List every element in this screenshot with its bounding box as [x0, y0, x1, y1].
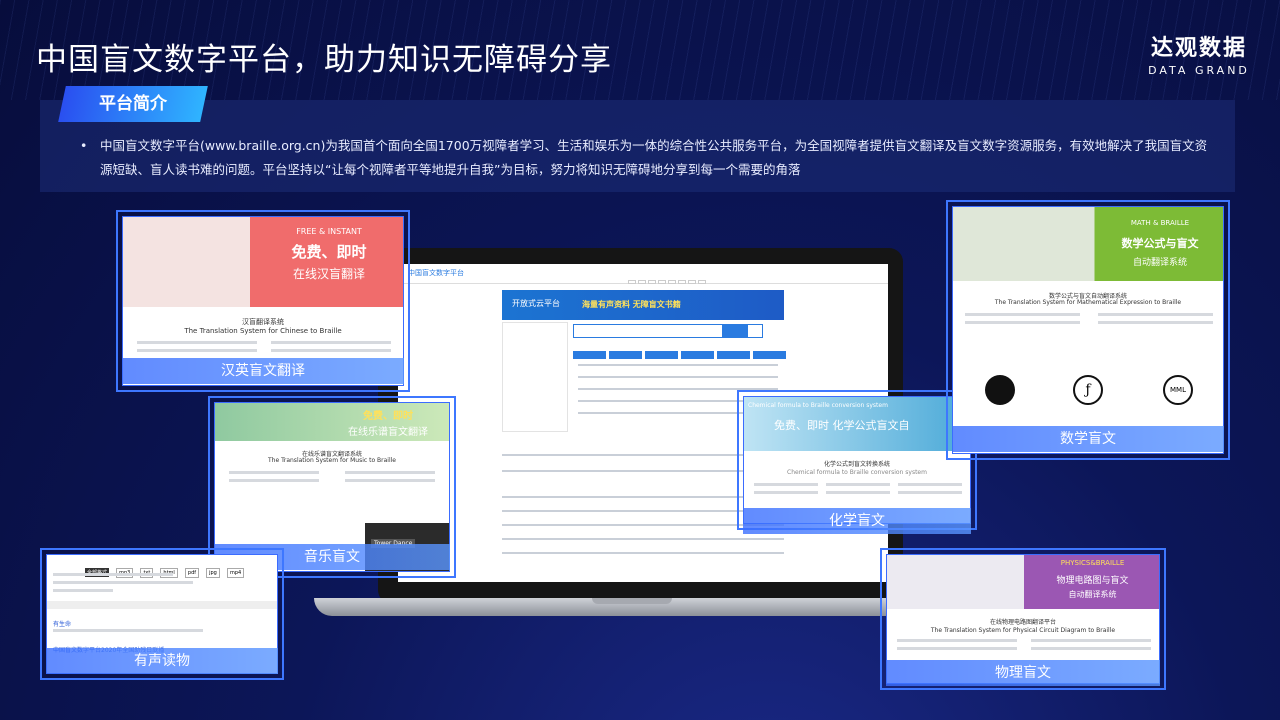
- page-title: 中国盲文数字平台，助力知识无障碍分享: [36, 42, 612, 78]
- intro-tag-label: 平台简介: [99, 94, 167, 114]
- chem-hero-image: Chemical formula to Braille conversion s…: [744, 397, 970, 451]
- math-subtitle-en: The Translation System for Mathematical …: [994, 299, 1182, 306]
- intro-tag: 平台简介: [58, 86, 208, 122]
- physics-caption: 物理盲文: [886, 660, 1160, 686]
- site-logo[interactable]: 中国盲文数字平台: [408, 268, 464, 278]
- site-banner[interactable]: 开放式云平台 海量有声资料 无障盲文书籍: [502, 290, 784, 320]
- audio-caption: 有声读物: [46, 648, 278, 674]
- laptop-notch: [592, 598, 672, 604]
- math-caption: 数学盲文: [952, 426, 1224, 452]
- card-chem[interactable]: Chemical formula to Braille conversion s…: [743, 396, 971, 524]
- site-header: 中国盲文数字平台: [398, 264, 888, 284]
- chinese-hero-cn1: 免费、即时: [291, 243, 367, 261]
- physics-hero-cn1: 物理电路图与盲文: [1056, 576, 1129, 586]
- chinese-caption: 汉英盲文翻译: [122, 358, 404, 384]
- math-convert-icon: [985, 375, 1015, 405]
- intro-text-block: • 中国盲文数字平台(www.braille.org.cn)为我国首个面向全国1…: [80, 134, 1210, 182]
- physics-hero-cn2: 自动翻译系统: [1068, 590, 1117, 599]
- math-hero-cn2: 自动翻译系统: [1132, 258, 1187, 268]
- logo-cn: 达观数据: [1150, 36, 1247, 61]
- chinese-subtitle: 汉盲翻译系统: [242, 318, 284, 326]
- math-hero-image: MATH & BRAILLE 数学公式与盲文 自动翻译系统: [953, 207, 1223, 281]
- music-hero-image: 免费、即时 在线乐谱盲文翻译: [215, 403, 449, 441]
- logo-en: DATA GRAND: [1148, 64, 1250, 77]
- physics-hero-en: PHYSICS&BRAILLE: [1060, 559, 1125, 567]
- chinese-hero-image: FREE & INSTANT 免费、即时 在线汉盲翻译: [123, 217, 403, 307]
- math-mml-icon: MML: [1163, 375, 1193, 405]
- site-tabs: [573, 344, 789, 363]
- banner-title: 开放式云平台: [512, 299, 560, 308]
- math-hero-en: MATH & BRAILLE: [1130, 219, 1190, 227]
- music-hero-cn2: 在线乐谱盲文翻译: [348, 427, 428, 438]
- audio-item-1[interactable]: 有生命: [53, 619, 71, 628]
- chem-subtitle-en: Chemical formula to Braille conversion s…: [787, 469, 927, 476]
- physics-hero-image: PHYSICS&BRAILLE 物理电路图与盲文 自动翻译系统: [887, 555, 1159, 609]
- physics-subtitle: 在线物理电路图翻译平台: [989, 619, 1056, 626]
- site-nav: [628, 269, 708, 288]
- filter-mp4[interactable]: mp4: [226, 568, 245, 578]
- card-math[interactable]: MATH & BRAILLE 数学公式与盲文 自动翻译系统 数学公式与盲文自动翻…: [952, 206, 1224, 454]
- math-formula-icon: ƒ: [1073, 375, 1103, 405]
- chem-hero-en: Chemical formula to Braille conversion s…: [748, 402, 888, 409]
- chem-caption: 化学盲文: [743, 508, 971, 534]
- chem-hero-title: 免费、即时 化学公式盲文自: [774, 419, 910, 432]
- site-sidebar: [502, 322, 568, 432]
- banner-slogan: 海量有声资料 无障盲文书籍: [582, 300, 681, 309]
- chinese-subtitle-en: The Translation System for Chinese to Br…: [184, 327, 342, 335]
- bullet-icon: •: [80, 138, 88, 153]
- music-subtitle-en: The Translation System for Music to Brai…: [268, 457, 396, 464]
- physics-subtitle-en: The Translation System for Physical Circ…: [930, 627, 1116, 634]
- intro-text: 中国盲文数字平台(www.braille.org.cn)为我国首个面向全国170…: [100, 138, 1208, 177]
- chinese-hero-cn2: 在线汉盲翻译: [292, 267, 365, 281]
- company-logo: 达观数据 DATA GRAND: [1140, 30, 1258, 77]
- chinese-hero-en: FREE & INSTANT: [296, 227, 362, 236]
- filter-pdf[interactable]: pdf: [184, 568, 200, 578]
- filter-jpg[interactable]: jpg: [206, 568, 220, 578]
- math-hero-cn1: 数学公式与盲文: [1121, 237, 1199, 250]
- music-hero-cn1: 免费、即时: [363, 411, 413, 422]
- site-search-button[interactable]: [722, 324, 748, 338]
- chem-subtitle: 化学公式到盲文转换系统: [823, 461, 890, 468]
